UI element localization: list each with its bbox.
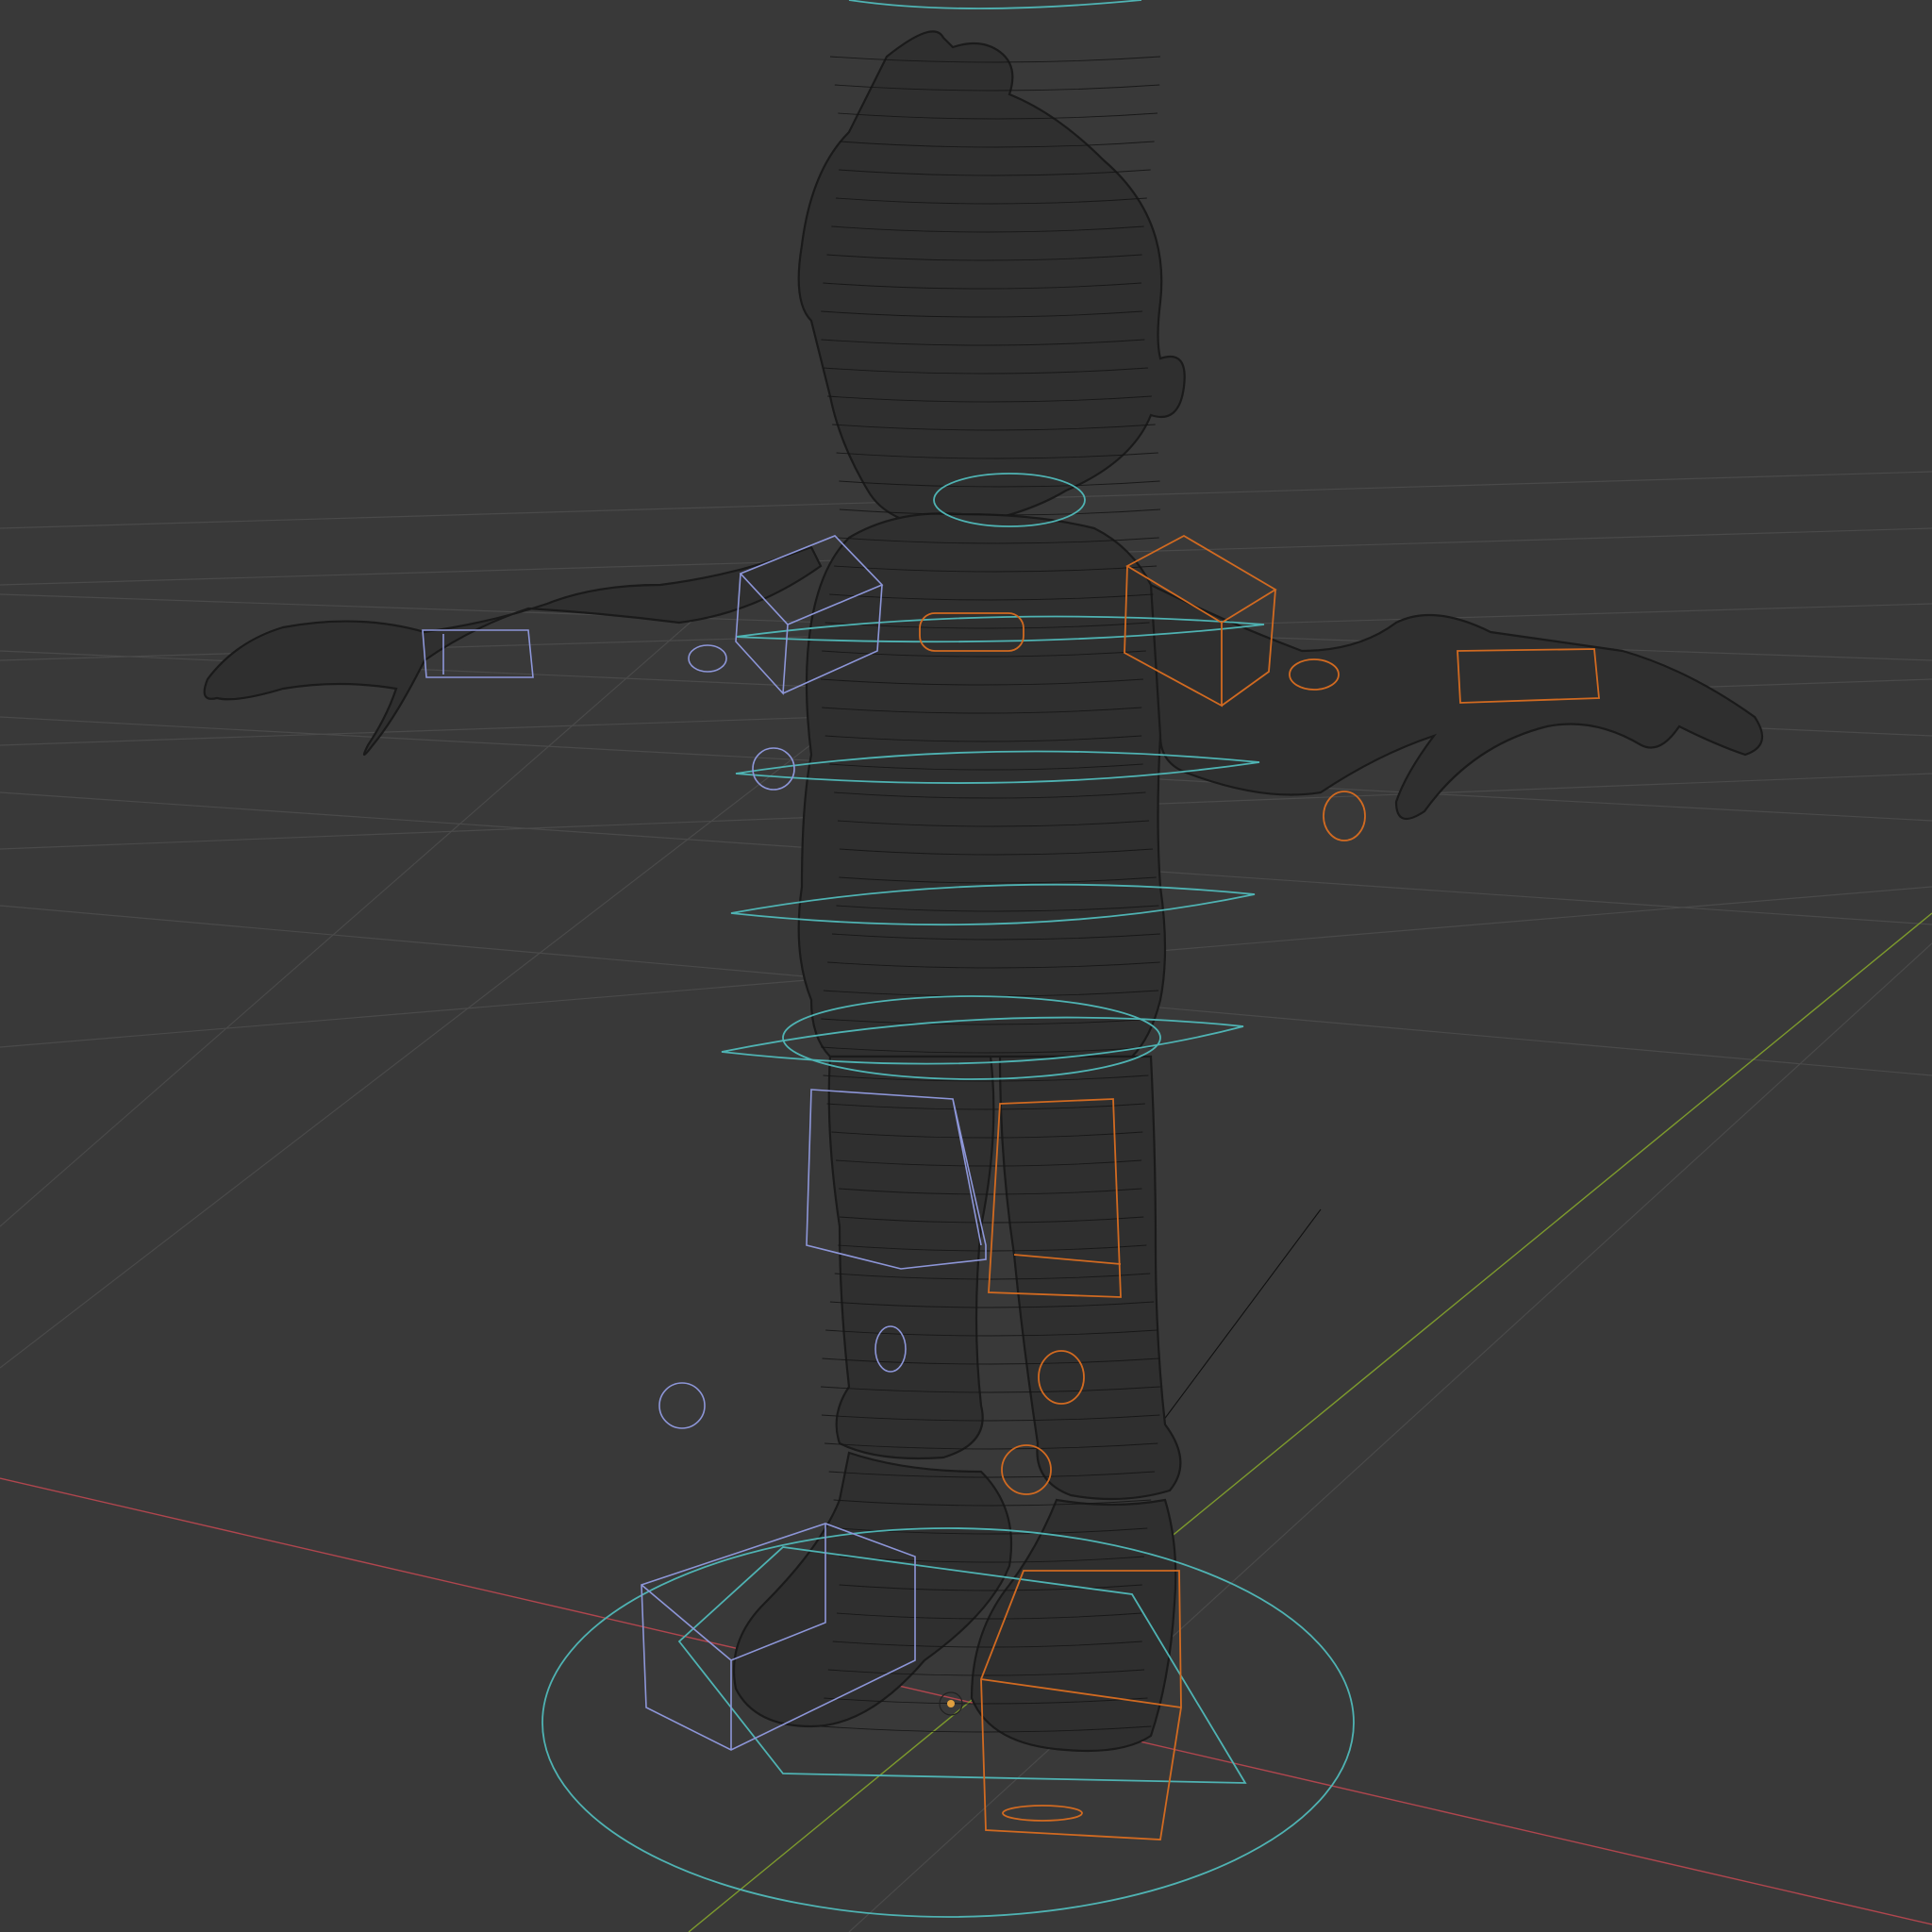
left-arm-mesh — [203, 545, 823, 757]
3d-viewport[interactable] — [0, 0, 1932, 1932]
top-control-ring — [848, 0, 1142, 9]
left-elbow-control[interactable] — [688, 644, 727, 673]
right-pole-control[interactable] — [1323, 791, 1366, 841]
right-heel-control[interactable] — [1002, 1805, 1083, 1822]
torso-mesh — [797, 512, 1167, 1058]
character-mesh — [203, 30, 1764, 1753]
helper-line — [1159, 1208, 1322, 1425]
left-shoe-mesh — [732, 1451, 1013, 1728]
right-leg-mesh — [998, 1055, 1182, 1501]
viewport-canvas[interactable] — [0, 0, 1932, 1932]
left-knee-pole-control[interactable] — [658, 1382, 706, 1429]
